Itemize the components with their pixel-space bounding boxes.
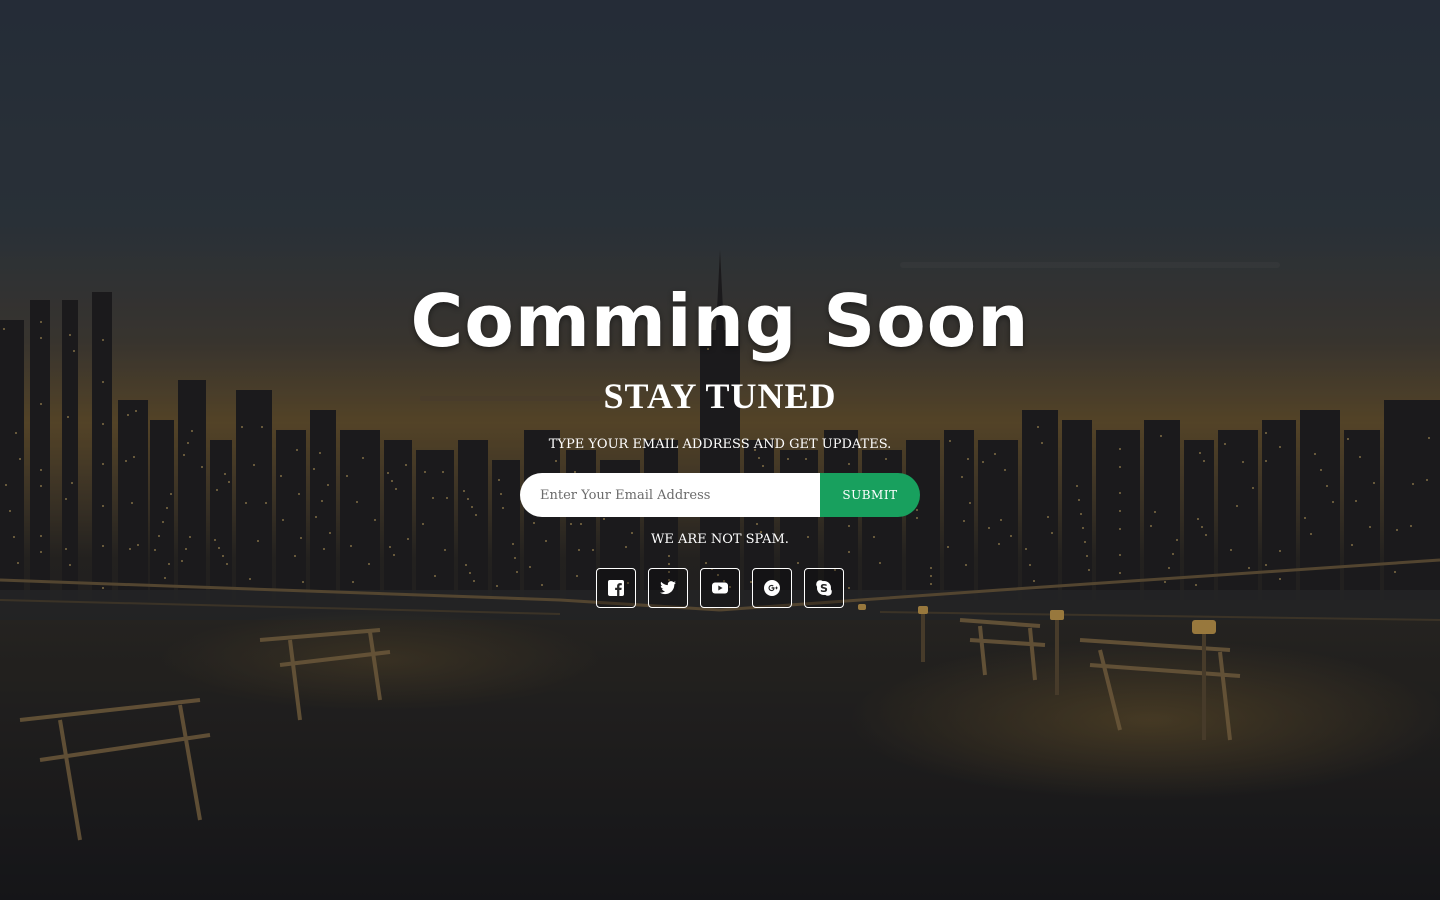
facebook-link[interactable]: [596, 568, 636, 608]
youtube-icon: [712, 582, 728, 594]
hero-section: Comming Soon STAY TUNED TYPE YOUR EMAIL …: [0, 0, 1440, 900]
social-links: S: [596, 568, 844, 608]
google-plus-link[interactable]: [752, 568, 792, 608]
skype-icon: S: [816, 580, 832, 596]
youtube-link[interactable]: [700, 568, 740, 608]
email-signup-form: SUBMIT: [520, 473, 920, 517]
twitter-icon: [660, 581, 676, 595]
spam-note: WE ARE NOT SPAM.: [651, 532, 789, 547]
submit-button[interactable]: SUBMIT: [820, 473, 920, 517]
skype-link[interactable]: S: [804, 568, 844, 608]
facebook-icon: [608, 580, 624, 596]
twitter-link[interactable]: [648, 568, 688, 608]
email-field[interactable]: [520, 473, 820, 517]
google-plus-icon: [764, 580, 780, 596]
signup-tagline: TYPE YOUR EMAIL ADDRESS AND GET UPDATES.: [548, 437, 892, 452]
svg-text:S: S: [820, 582, 828, 595]
page-subtitle: STAY TUNED: [603, 376, 837, 416]
page-title: Comming Soon: [410, 279, 1030, 363]
